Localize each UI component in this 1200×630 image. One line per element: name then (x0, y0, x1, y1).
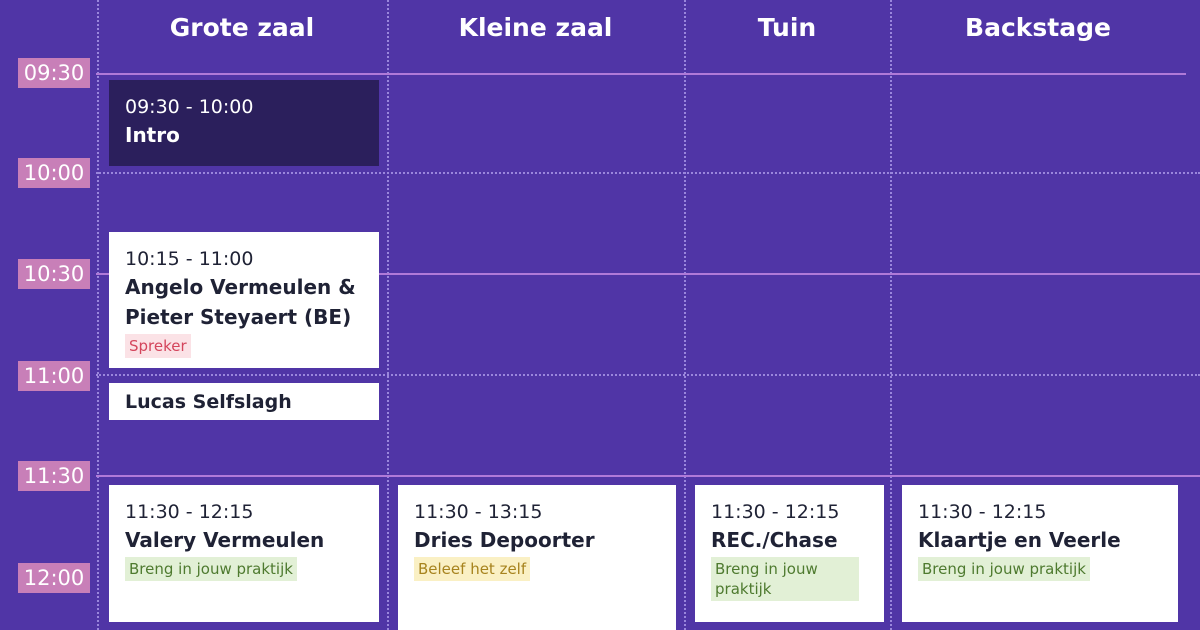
session-time: 11:30 - 13:15 (414, 501, 543, 523)
time-label: 09:30 (18, 58, 90, 88)
half-hour-gridline (96, 374, 1200, 376)
session-title: Dries Depoorter (414, 528, 595, 552)
session-title: Intro (125, 123, 180, 147)
hour-gridline (96, 73, 1186, 75)
time-label: 10:00 (18, 158, 90, 188)
session-card-angelo[interactable]: 10:15 - 11:00 Angelo Vermeulen & Pieter … (109, 232, 379, 368)
session-tag: Breng in jouw praktijk (918, 557, 1090, 581)
column-divider (387, 0, 389, 630)
session-card-lucas[interactable]: Lucas Selfslagh (109, 383, 379, 420)
room-header-grote-zaal: Grote zaal (169, 13, 315, 42)
session-card-klaartje[interactable]: 11:30 - 12:15 Klaartje en Veerle Breng i… (902, 485, 1178, 622)
session-time: 11:30 - 12:15 (125, 501, 254, 523)
room-header-backstage: Backstage (965, 13, 1111, 42)
time-label: 10:30 (18, 259, 90, 289)
session-title: Valery Vermeulen (125, 528, 325, 552)
column-divider (684, 0, 686, 630)
session-title: Lucas Selfslagh (125, 391, 292, 413)
session-tag: Spreker (125, 334, 191, 358)
session-tag: Breng in jouw praktijk (125, 557, 297, 581)
time-label: 11:30 (18, 461, 90, 491)
session-tag: Beleef het zelf (414, 557, 531, 581)
session-time: 11:30 - 12:15 (918, 501, 1047, 523)
session-time: 11:30 - 12:15 (711, 501, 840, 523)
half-hour-gridline (96, 172, 1200, 174)
session-title: Angelo Vermeulen & Pieter Steyaert (BE) (125, 275, 356, 329)
session-time: 10:15 - 11:00 (125, 248, 254, 270)
session-tag: Breng in jouw praktijk (711, 557, 859, 601)
session-title: REC./Chase (711, 528, 838, 552)
hour-gridline (96, 475, 1200, 477)
room-header-tuin: Tuin (757, 13, 817, 42)
column-divider (890, 0, 892, 630)
session-card-rec-chase[interactable]: 11:30 - 12:15 REC./Chase Breng in jouw p… (695, 485, 884, 622)
session-time: 09:30 - 10:00 (125, 96, 254, 118)
session-title: Klaartje en Veerle (918, 528, 1121, 552)
column-divider (97, 0, 99, 630)
time-label: 12:00 (18, 563, 90, 593)
time-label: 11:00 (18, 361, 90, 391)
session-card-intro[interactable]: 09:30 - 10:00 Intro (109, 80, 379, 166)
room-header-kleine-zaal: Kleine zaal (458, 13, 613, 42)
session-card-valery[interactable]: 11:30 - 12:15 Valery Vermeulen Breng in … (109, 485, 379, 622)
session-card-dries[interactable]: 11:30 - 13:15 Dries Depoorter Beleef het… (398, 485, 676, 630)
